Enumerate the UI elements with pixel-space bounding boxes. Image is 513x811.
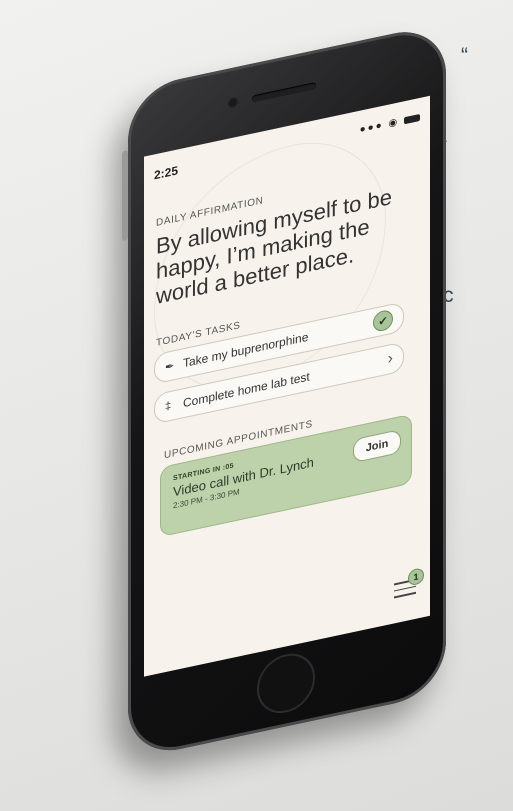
signal-wifi-icon: ●●● ◉ — [359, 116, 400, 136]
battery-icon — [404, 113, 420, 125]
speaker-grille — [252, 82, 316, 103]
status-icons: ●●● ◉ — [360, 112, 420, 136]
status-time: 2:25 — [154, 163, 179, 183]
chevron-right-icon[interactable]: › — [388, 350, 393, 369]
checkmark-icon[interactable]: ✔ — [373, 308, 393, 333]
pill-icon: ✒ — [165, 359, 175, 374]
notification-badge: 1 — [408, 567, 424, 587]
test-tube-icon: ‡ — [165, 399, 172, 414]
phone-device: 2:25 ●●● ◉ DAILY AFFIRMATION By allowing… — [128, 22, 446, 761]
phone-screen: 2:25 ●●● ◉ DAILY AFFIRMATION By allowing… — [144, 95, 430, 677]
menu-line — [394, 585, 416, 592]
camera-icon — [228, 96, 238, 109]
home-button[interactable] — [257, 648, 315, 719]
menu-button[interactable]: 1 — [394, 567, 424, 604]
menu-line — [394, 591, 416, 598]
